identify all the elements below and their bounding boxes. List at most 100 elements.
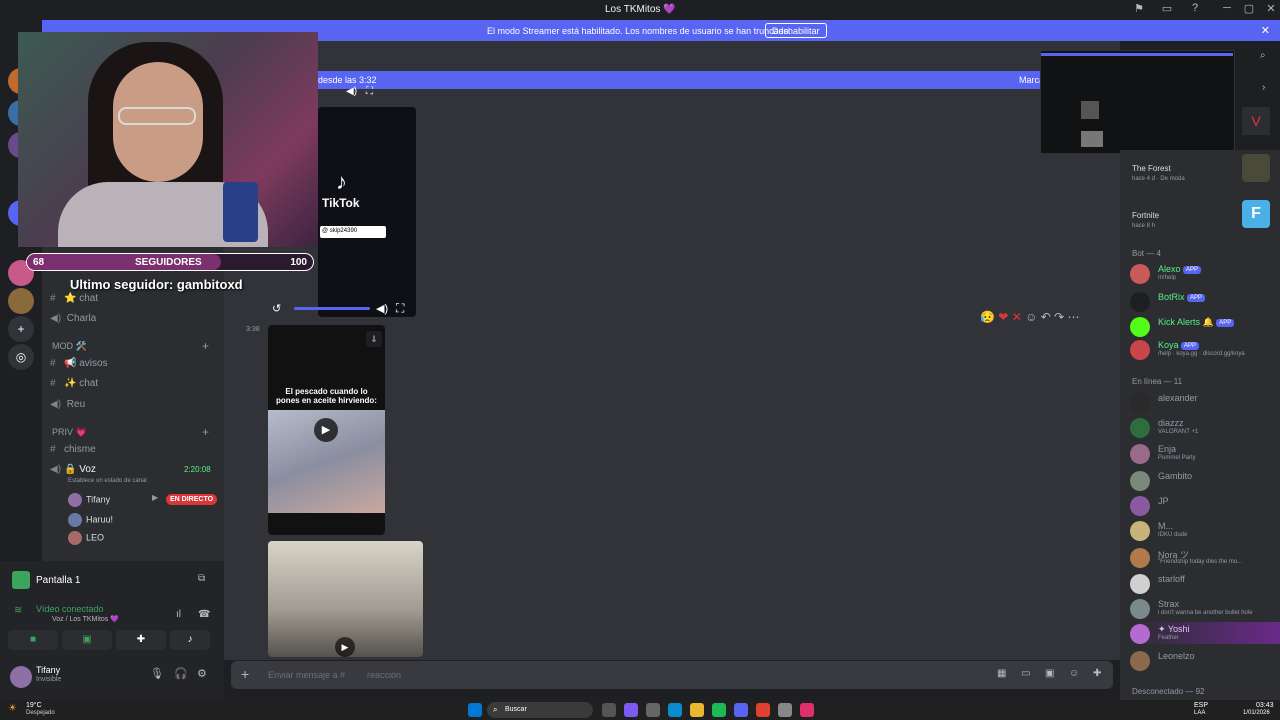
microphone-icon[interactable]: 🎙 [150, 667, 164, 680]
search-icon[interactable]: ⌕ [1260, 50, 1266, 61]
member-item[interactable]: ✦ Yoshi Feather [1130, 622, 1280, 644]
explorer-icon[interactable] [690, 703, 704, 717]
noise-icon[interactable]: ıl [176, 609, 181, 620]
apps-icon[interactable]: ✚ [1093, 668, 1101, 679]
maximize-button[interactable]: ▢ [1240, 2, 1258, 18]
volume-icon[interactable]: ◀) [376, 302, 388, 315]
member-item[interactable]: starloff [1130, 572, 1280, 594]
sticker-icon[interactable]: ▣ [1045, 668, 1054, 679]
spotify-icon[interactable] [712, 703, 726, 717]
member-item[interactable]: Enja Pummel Party [1130, 442, 1280, 464]
disconnect-icon[interactable]: ☎ [198, 609, 210, 620]
channel-item[interactable]: ◀) Reu [50, 399, 85, 417]
activity-title[interactable]: The Forest [1132, 164, 1171, 173]
new-messages-bar[interactable]: desde las 3:32 Marca [316, 71, 1048, 89]
copilot-icon[interactable] [624, 703, 638, 717]
emoji-reaction-icon[interactable]: ✕ [1012, 310, 1022, 324]
member-item[interactable]: Strax i don't wanna be another bullet hol… [1130, 597, 1280, 619]
channel-status-hint[interactable]: Establece un estado de canal [68, 478, 147, 484]
forward-icon[interactable]: ↷ [1054, 310, 1064, 324]
member-item[interactable]: Kick Alerts 🔔 APP [1130, 315, 1280, 337]
play-icon[interactable]: ▶ [335, 637, 355, 657]
settings-gear-icon[interactable]: ⚙ [197, 667, 207, 680]
member-item[interactable]: alexander [1130, 391, 1280, 413]
headphones-icon[interactable]: 🎧 [174, 667, 188, 680]
add-attachment-icon[interactable]: + [241, 666, 249, 682]
add-reaction-icon[interactable]: ☺ [1025, 310, 1037, 324]
edge-icon[interactable] [668, 703, 682, 717]
play-icon[interactable]: ▶ [314, 418, 338, 442]
member-item[interactable]: Alexo APP m!help [1130, 262, 1280, 284]
channel-item[interactable]: # 📢 avisos [50, 358, 108, 376]
more-options-icon[interactable]: ⋯ [1068, 310, 1080, 324]
download-icon[interactable]: ⇓ [366, 331, 382, 347]
replay-icon[interactable]: ↺ [272, 302, 281, 315]
member-item[interactable]: Nora ツ "Friendship today dies the mo... [1130, 546, 1280, 568]
user-name[interactable]: Tifany [36, 665, 60, 675]
message-composer[interactable]: + Enviar mensaje a # reacción ▦ ▭ ▣ ☺ ✚ [231, 661, 1113, 689]
disable-streamer-button[interactable]: Deshabilitar [765, 23, 827, 38]
emoji-reaction-icon[interactable]: 😥 [980, 310, 995, 324]
fullscreen-icon[interactable]: ⛶ [396, 301, 404, 316]
help-icon[interactable]: ? [1186, 2, 1204, 18]
user-avatar[interactable] [10, 666, 32, 688]
member-item[interactable]: diazzz VALORANT +1 [1130, 416, 1280, 438]
tiktok-video-embed[interactable]: ♪ TikTok @ skip24390 [318, 107, 416, 317]
voice-user[interactable]: Haruu! [68, 513, 113, 527]
soundboard-button[interactable]: ♪ [170, 630, 210, 650]
member-item[interactable]: BotRix APP [1130, 290, 1280, 312]
add-channel-icon[interactable]: + [202, 425, 209, 439]
video-progress-bar[interactable] [294, 307, 370, 310]
explore-icon[interactable]: ◎ [8, 344, 34, 370]
clock-time[interactable]: 03:43 [1256, 702, 1274, 709]
connection-channel[interactable]: Voz / Los TKMitos 💜 [52, 615, 119, 623]
store-icon[interactable] [646, 703, 660, 717]
member-item[interactable]: Leonelzo [1130, 649, 1280, 671]
popout-icon[interactable]: ⧉ [198, 573, 205, 584]
channel-item[interactable]: ◀) Charla [50, 313, 96, 331]
start-icon[interactable] [468, 703, 482, 717]
screen-icon[interactable]: ▭ [1158, 2, 1176, 18]
chevron-right-icon[interactable]: › [1262, 82, 1265, 93]
reply-icon[interactable]: ↶ [1041, 310, 1051, 324]
member-item[interactable]: Koya APP/help · koya.gg · discord.gg/koy… [1130, 338, 1280, 360]
emoji-icon[interactable]: ☺ [1069, 668, 1079, 679]
close-banner-icon[interactable]: ✕ [1261, 24, 1270, 37]
chrome-icon[interactable] [756, 703, 770, 717]
image-attachment[interactable]: ▶ [268, 541, 423, 657]
connection-status[interactable]: Vídeo conectado [36, 604, 104, 614]
tiktok-icon[interactable] [800, 703, 814, 717]
volume-icon[interactable]: ◀) [346, 86, 357, 97]
channel-item[interactable]: # ✨ chat [50, 378, 98, 396]
server-icon[interactable] [8, 288, 34, 314]
fullscreen-icon[interactable]: ⛶ [366, 86, 373, 97]
camera-button[interactable]: ■ [8, 630, 58, 650]
voice-user[interactable]: LEO [68, 531, 104, 545]
taskview-icon[interactable] [602, 703, 616, 717]
weather-temp[interactable]: 19°C [26, 702, 42, 709]
voice-user[interactable]: Tifany [68, 493, 110, 507]
taskbar-search[interactable]: ⌕ Buscar [487, 702, 593, 718]
heart-reaction-icon[interactable]: ❤ [998, 310, 1008, 324]
category-priv[interactable]: PRIV 💗 [52, 427, 87, 438]
member-item[interactable]: Gambito [1130, 469, 1280, 491]
member-item[interactable]: JP [1130, 494, 1280, 516]
discord-icon[interactable] [734, 703, 748, 717]
screen-button[interactable]: ▣ [62, 630, 112, 650]
obs-icon[interactable] [778, 703, 792, 717]
gift-icon[interactable]: ▦ [997, 668, 1006, 679]
minimize-button[interactable]: ─ [1218, 2, 1236, 18]
add-channel-icon[interactable]: + [202, 339, 209, 353]
video-attachment[interactable]: El pescado cuando lo pones en aceite hir… [268, 325, 385, 535]
add-server-icon[interactable]: + [8, 316, 34, 342]
activities-button[interactable]: ✚ [116, 630, 166, 650]
activity-title[interactable]: Fortnite [1132, 211, 1159, 220]
inbox-icon[interactable]: ⚑ [1130, 2, 1148, 18]
language[interactable]: ESP [1194, 702, 1208, 709]
member-item[interactable]: M... IDKU dude [1130, 519, 1280, 541]
close-window-button[interactable]: ✕ [1262, 2, 1280, 18]
category-mod[interactable]: MOD 🛠️ [52, 341, 87, 352]
channel-item[interactable]: # chisme [50, 444, 96, 462]
channel-item[interactable]: # ⭐ chat [50, 293, 98, 311]
gif-icon[interactable]: ▭ [1021, 668, 1030, 679]
